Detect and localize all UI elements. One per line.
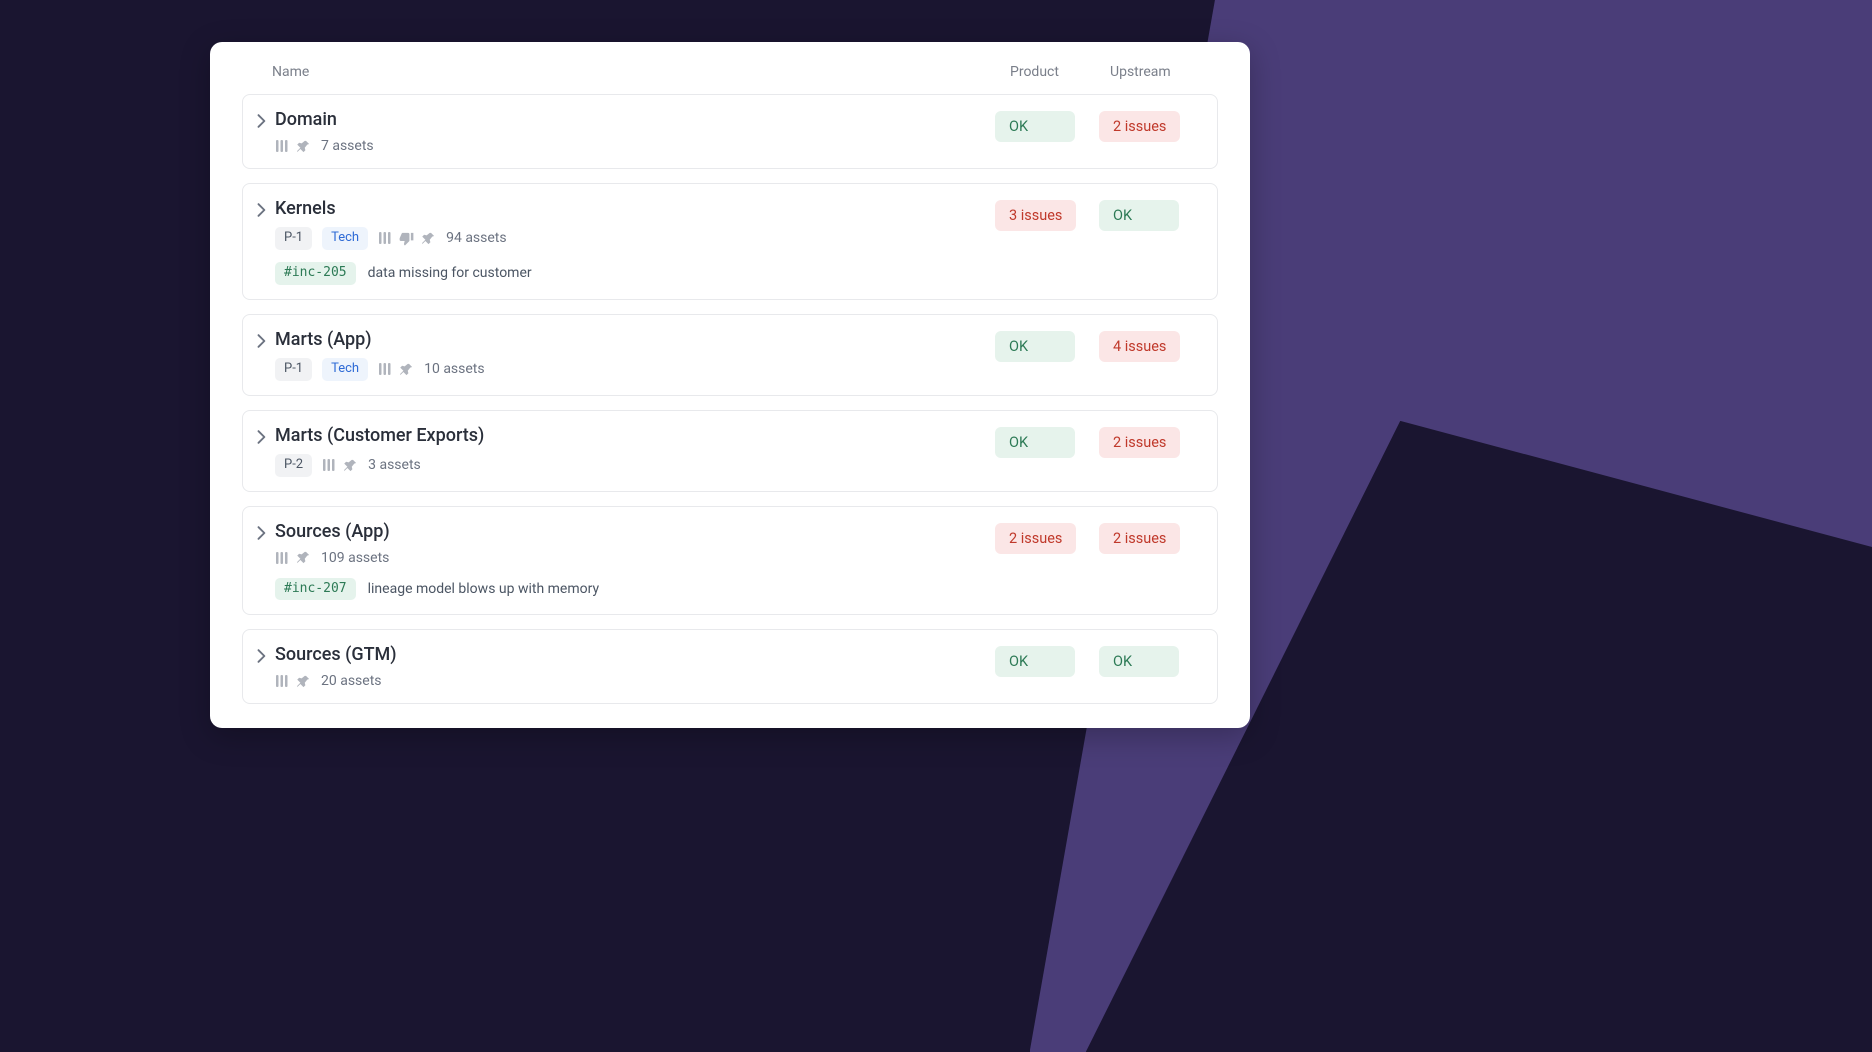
table-row[interactable]: Sources (GTM) 20 assets OK OK <box>242 629 1218 704</box>
column-header-upstream: Upstream <box>1110 64 1210 80</box>
assets-count: 7 assets <box>321 138 374 154</box>
row-title: Domain <box>275 109 995 130</box>
upstream-status-cell: OK <box>1099 644 1199 677</box>
chevron-right-icon[interactable] <box>257 198 275 217</box>
meta-icons <box>322 458 358 473</box>
meta-icons <box>378 231 436 246</box>
push-pin-icon <box>296 674 311 689</box>
push-pin-icon <box>343 458 358 473</box>
row-meta: P-1 Tech 94 assets <box>275 227 995 250</box>
assets-count: 109 assets <box>321 550 389 566</box>
table-row[interactable]: Marts (Customer Exports) P-2 3 assets OK 2 i… <box>242 410 1218 492</box>
upstream-status-cell: 2 issues <box>1099 109 1199 142</box>
product-status-cell: OK <box>995 425 1095 458</box>
table-row[interactable]: Sources (App) 109 assets #inc-207 lineage m… <box>242 506 1218 616</box>
row-title: Kernels <box>275 198 995 219</box>
table-row[interactable]: Domain 7 assets OK 2 issues <box>242 94 1218 169</box>
product-status-badge: 3 issues <box>995 200 1076 231</box>
product-status-cell: OK <box>995 644 1095 677</box>
row-title: Sources (App) <box>275 521 995 542</box>
push-pin-icon <box>296 550 311 565</box>
row-meta: 109 assets <box>275 550 995 566</box>
upstream-status-badge: 2 issues <box>1099 111 1180 142</box>
assets-count: 20 assets <box>321 673 382 689</box>
product-status-cell: OK <box>995 109 1095 142</box>
upstream-status-badge: OK <box>1099 200 1179 231</box>
upstream-status-cell: OK <box>1099 198 1199 231</box>
product-status-badge: OK <box>995 111 1075 142</box>
row-meta: P-2 3 assets <box>275 454 995 477</box>
assets-count: 3 assets <box>368 457 421 473</box>
incident-description: lineage model blows up with memory <box>368 581 599 597</box>
upstream-status-badge: 2 issues <box>1099 523 1180 554</box>
meta-icons <box>275 139 311 154</box>
upstream-status-badge: 2 issues <box>1099 427 1180 458</box>
row-title: Marts (App) <box>275 329 995 350</box>
columns-icon <box>378 231 392 245</box>
assets-count: 10 assets <box>424 361 485 377</box>
chevron-right-icon[interactable] <box>257 329 275 348</box>
meta-icons <box>275 550 311 565</box>
chevron-right-icon[interactable] <box>257 521 275 540</box>
upstream-status-cell: 4 issues <box>1099 329 1199 362</box>
tech-tag: Tech <box>322 227 368 250</box>
push-pin-icon <box>421 231 436 246</box>
upstream-status-badge: OK <box>1099 646 1179 677</box>
chevron-right-icon[interactable] <box>257 644 275 663</box>
column-header-name: Name <box>250 64 1010 80</box>
row-main: Marts (Customer Exports) P-2 3 assets <box>275 425 995 477</box>
table-row[interactable]: Marts (App) P-1 Tech 10 assets OK 4 issues <box>242 314 1218 396</box>
product-status-badge: OK <box>995 331 1075 362</box>
row-main: Domain 7 assets <box>275 109 995 154</box>
row-title: Marts (Customer Exports) <box>275 425 995 446</box>
row-meta: P-1 Tech 10 assets <box>275 358 995 381</box>
product-status-cell: 3 issues <box>995 198 1095 231</box>
meta-icons <box>275 674 311 689</box>
incident-tag[interactable]: #inc-207 <box>275 578 356 601</box>
upstream-status-cell: 2 issues <box>1099 521 1199 554</box>
incident-line: #inc-207 lineage model blows up with memo… <box>275 578 995 601</box>
row-main: Sources (App) 109 assets #inc-207 lineage m… <box>275 521 995 601</box>
incident-tag[interactable]: #inc-205 <box>275 262 356 285</box>
upstream-status-badge: 4 issues <box>1099 331 1180 362</box>
row-meta: 20 assets <box>275 673 995 689</box>
row-main: Sources (GTM) 20 assets <box>275 644 995 689</box>
chevron-right-icon[interactable] <box>257 425 275 444</box>
product-status-badge: OK <box>995 427 1075 458</box>
table-row[interactable]: Kernels P-1 Tech 94 assets #inc-205 data miss… <box>242 183 1218 300</box>
columns-icon <box>275 551 289 565</box>
product-status-badge: 2 issues <box>995 523 1076 554</box>
columns-icon <box>275 674 289 688</box>
incident-line: #inc-205 data missing for customer <box>275 262 995 285</box>
product-status-cell: 2 issues <box>995 521 1095 554</box>
thumbs-down-icon <box>399 231 414 246</box>
column-header-product: Product <box>1010 64 1110 80</box>
columns-icon <box>378 362 392 376</box>
row-title: Sources (GTM) <box>275 644 995 665</box>
priority-tag: P-2 <box>275 454 312 477</box>
product-status-cell: OK <box>995 329 1095 362</box>
row-main: Kernels P-1 Tech 94 assets #inc-205 data miss… <box>275 198 995 285</box>
push-pin-icon <box>399 362 414 377</box>
tech-tag: Tech <box>322 358 368 381</box>
priority-tag: P-1 <box>275 358 312 381</box>
row-meta: 7 assets <box>275 138 995 154</box>
data-products-card: Name Product Upstream Domain 7 assets OK 2 … <box>210 42 1250 728</box>
meta-icons <box>378 362 414 377</box>
chevron-right-icon[interactable] <box>257 109 275 128</box>
rows-container: Domain 7 assets OK 2 issues Kernels P-1 Tech 94… <box>242 94 1218 704</box>
product-status-badge: OK <box>995 646 1075 677</box>
columns-icon <box>275 139 289 153</box>
row-main: Marts (App) P-1 Tech 10 assets <box>275 329 995 381</box>
incident-description: data missing for customer <box>368 265 532 281</box>
push-pin-icon <box>296 139 311 154</box>
priority-tag: P-1 <box>275 227 312 250</box>
columns-icon <box>322 458 336 472</box>
assets-count: 94 assets <box>446 230 507 246</box>
upstream-status-cell: 2 issues <box>1099 425 1199 458</box>
table-header: Name Product Upstream <box>242 64 1218 94</box>
